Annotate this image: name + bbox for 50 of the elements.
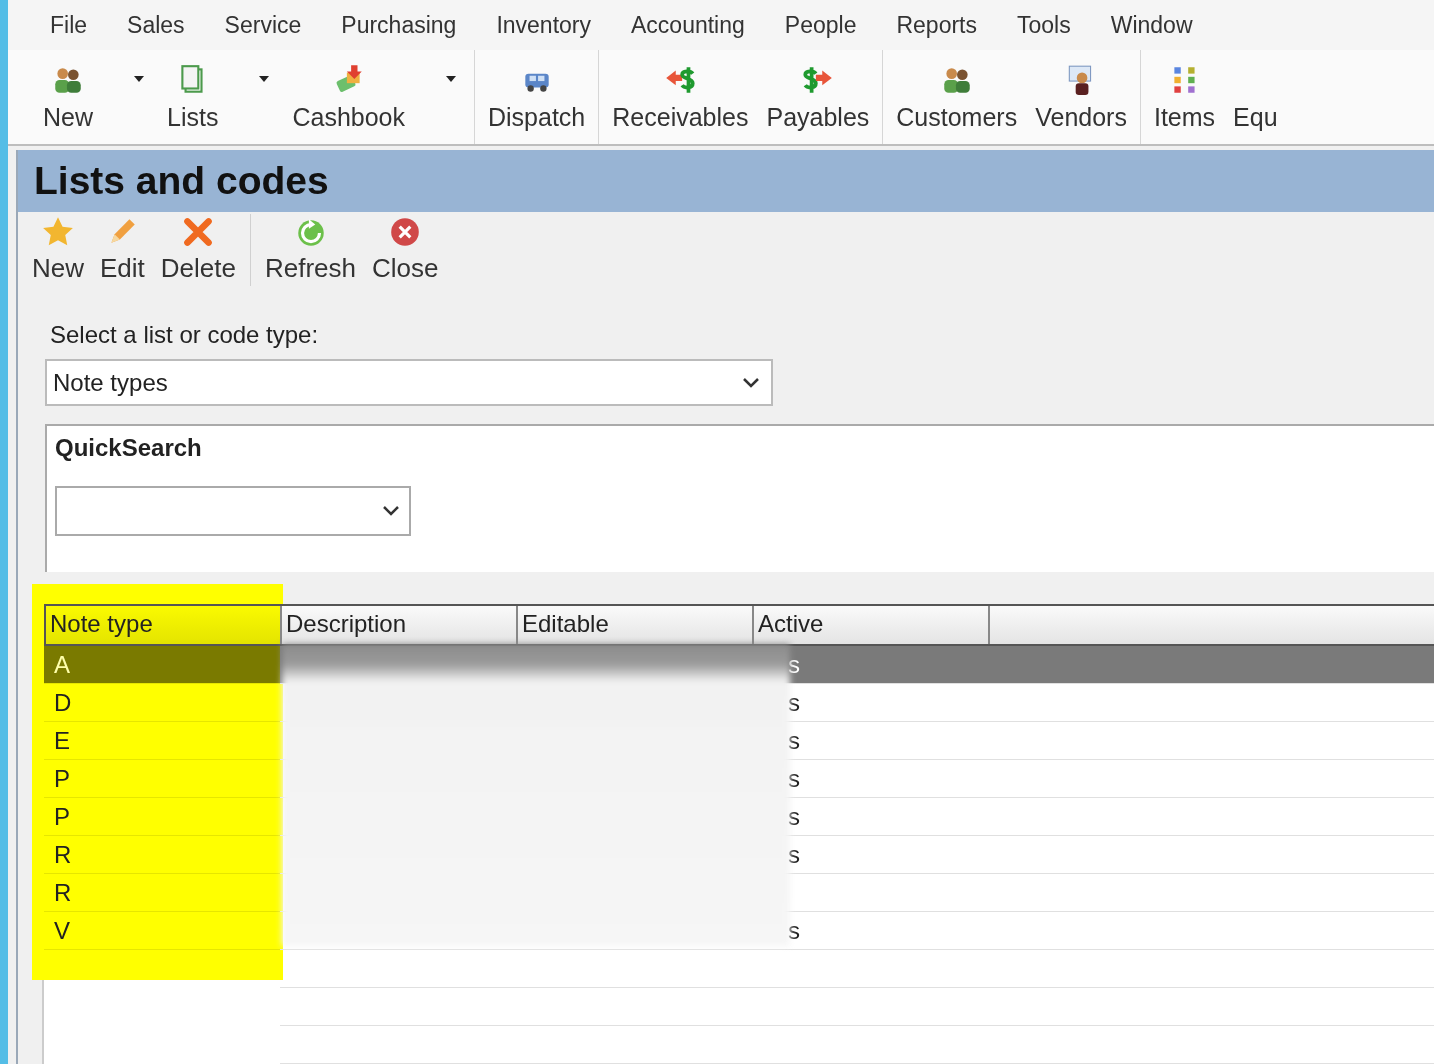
- caret-icon[interactable]: [134, 76, 144, 82]
- toolbar-button[interactable]: Payables: [757, 62, 879, 132]
- toolbar-button[interactable]: New: [34, 62, 102, 132]
- menu-item[interactable]: File: [50, 11, 128, 39]
- menu-item[interactable]: Service: [224, 11, 342, 39]
- menu-item[interactable]: Tools: [1017, 11, 1111, 39]
- action-button[interactable]: Edit: [92, 215, 153, 285]
- menu-item[interactable]: Sales: [127, 11, 225, 39]
- quicksearch-title: QuickSearch: [55, 434, 203, 463]
- table-cell[interactable]: D: [44, 684, 280, 722]
- toolbar-button[interactable]: Items: [1144, 62, 1225, 132]
- action-button[interactable]: Refresh: [257, 215, 365, 285]
- menu-item[interactable]: People: [784, 11, 897, 39]
- table-cell: s: [788, 802, 800, 831]
- table-cell: s: [788, 688, 800, 717]
- action-button[interactable]: Delete: [152, 215, 244, 285]
- toolbar-button[interactable]: Cashbook: [283, 62, 414, 132]
- field-label: Select a list or code type:: [50, 321, 320, 350]
- table-cell[interactable]: E: [44, 722, 280, 760]
- table-cell: s: [788, 650, 800, 679]
- menu-item[interactable]: Accounting: [631, 11, 785, 39]
- toolbar-button[interactable]: Dispatch: [479, 62, 595, 132]
- panel-title: Lists and codes: [18, 150, 1434, 212]
- toolbar-button[interactable]: Lists: [158, 62, 228, 132]
- caret-icon[interactable]: [259, 76, 270, 82]
- toolbar-button[interactable]: Customers: [887, 62, 1027, 132]
- column-header[interactable]: Note type: [46, 606, 282, 644]
- toolbar-button[interactable]: Vendors: [1026, 62, 1136, 132]
- table-cell[interactable]: A: [44, 646, 280, 684]
- table-cell[interactable]: V: [44, 912, 280, 950]
- table-cell: s: [788, 726, 800, 755]
- table-cell: s: [788, 764, 800, 793]
- menu-item[interactable]: Reports: [896, 11, 1017, 39]
- menu-item[interactable]: Window: [1110, 11, 1233, 39]
- table-cell: s: [788, 916, 800, 945]
- toolbar-button[interactable]: Receivables: [603, 62, 758, 132]
- table-cell[interactable]: P: [44, 798, 280, 836]
- table-cell[interactable]: R: [44, 874, 280, 912]
- toolbar-button[interactable]: Equ: [1224, 62, 1287, 132]
- menu-item[interactable]: Purchasing: [341, 11, 497, 39]
- table-cell[interactable]: P: [44, 760, 280, 798]
- action-button[interactable]: Close: [364, 215, 447, 285]
- menu-item[interactable]: Inventory: [496, 11, 631, 39]
- caret-icon[interactable]: [446, 76, 456, 82]
- table-cell: s: [788, 840, 800, 869]
- list-type-dropdown[interactable]: Note types: [45, 359, 773, 407]
- chevron-icon: [383, 506, 399, 517]
- chevron-icon: [743, 377, 759, 388]
- action-button[interactable]: New: [24, 215, 92, 285]
- table-cell[interactable]: R: [44, 836, 280, 874]
